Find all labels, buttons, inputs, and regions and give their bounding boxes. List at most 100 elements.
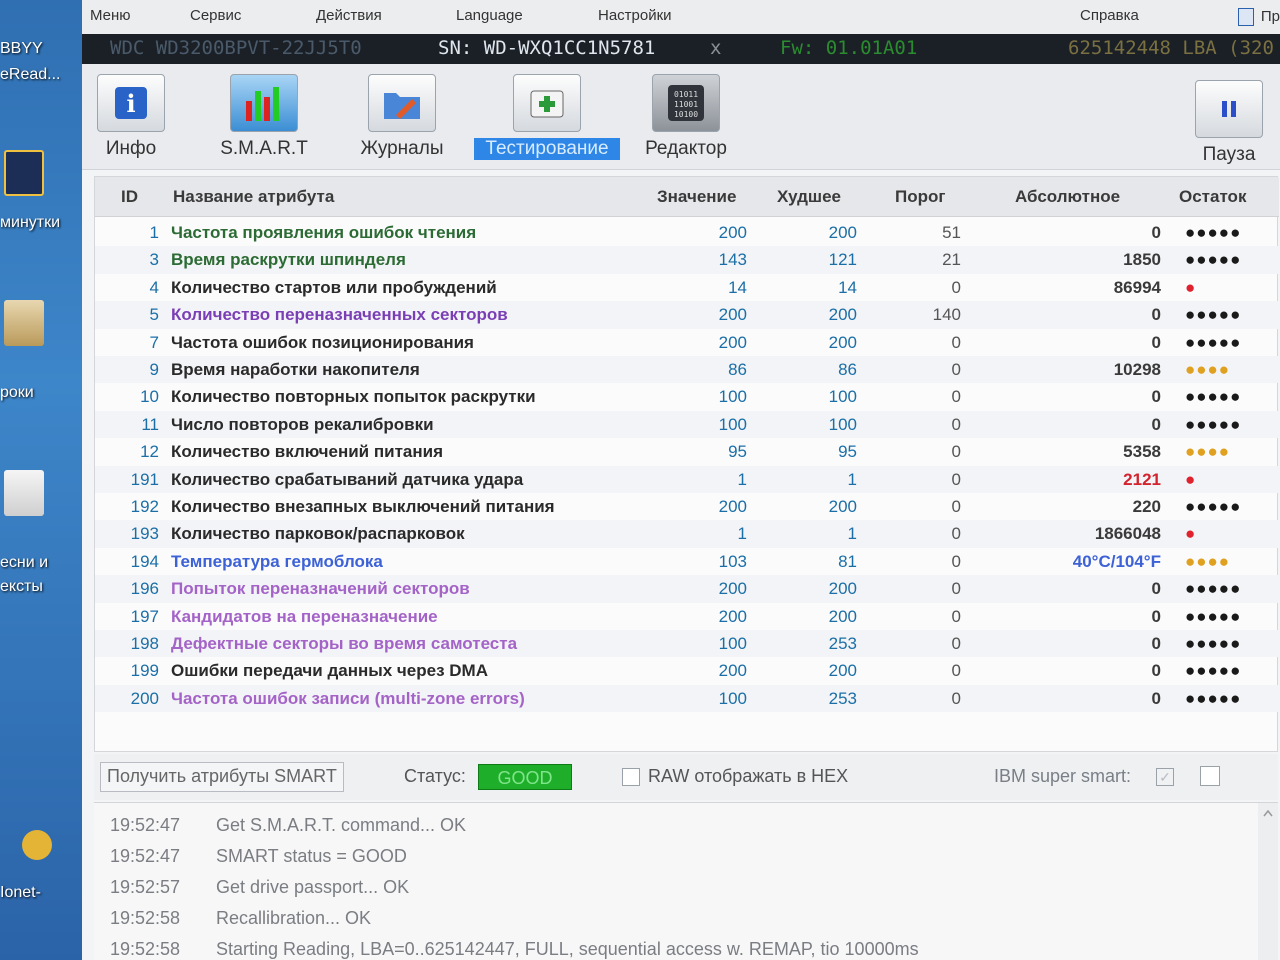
attribute-value: 200: [718, 332, 747, 352]
attribute-raw: 0: [1151, 414, 1161, 434]
attribute-worst: 1: [847, 469, 857, 489]
attribute-value: 1: [737, 524, 747, 544]
table-row[interactable]: 194 Температура гермоблока 103 81 0 40°C/104°…: [95, 548, 1279, 575]
table-row[interactable]: 1 Частота проявления ошибок чтения 200 200 5…: [95, 219, 1279, 246]
attribute-name: Частота проявления ошибок чтения: [171, 223, 477, 242]
table-row[interactable]: 193 Количество парковок/распарковок 1 1 0 186…: [95, 520, 1279, 548]
table-row[interactable]: 198 Дефектные секторы во время самотеста 1…: [95, 630, 1279, 658]
header-worst[interactable]: Худшее: [777, 187, 841, 207]
testing-button[interactable]: Тестирование: [474, 74, 620, 160]
header-value[interactable]: Значение: [657, 187, 736, 207]
desktop-label: есни и: [0, 554, 49, 571]
header-threshold[interactable]: Порог: [895, 187, 945, 207]
header-id[interactable]: ID: [121, 187, 138, 207]
scroll-up-icon[interactable]: [1258, 803, 1278, 823]
editor-label: Редактор: [645, 138, 727, 159]
attribute-worst: 200: [828, 606, 857, 626]
extra-checkbox[interactable]: [1200, 766, 1220, 786]
ibm-super-smart-checkbox[interactable]: ✓: [1156, 768, 1174, 786]
close-drive-icon[interactable]: x: [710, 37, 721, 59]
desktop-app-icon[interactable]: [4, 150, 44, 196]
attribute-value: 100: [718, 634, 747, 653]
table-row[interactable]: 192 Количество внезапных выключений питан…: [95, 493, 1279, 520]
attribute-health: ●: [1185, 469, 1197, 489]
attribute-value: 200: [718, 497, 747, 516]
get-smart-attributes-button[interactable]: Получить атрибуты SMART: [100, 762, 344, 792]
log-time: 19:52:47: [110, 846, 181, 866]
editor-button[interactable]: 01011 11001 10100 Редактор: [638, 74, 734, 160]
raw-hex-checkbox[interactable]: [622, 768, 640, 786]
menu-item-settings[interactable]: Настройки: [598, 7, 672, 24]
attribute-worst: 200: [828, 332, 857, 352]
menu-item-actions[interactable]: Действия: [316, 7, 382, 24]
info-button[interactable]: i Инфо: [96, 74, 166, 160]
table-row[interactable]: 4 Количество стартов или пробуждений 14 14 0…: [95, 274, 1279, 301]
table-row[interactable]: 200 Частота ошибок записи (multi-zone err…: [95, 684, 1279, 713]
menu-item-language[interactable]: Language: [456, 7, 523, 24]
header-attribute-name[interactable]: Название атрибута: [173, 187, 334, 207]
desktop-award-icon[interactable]: [22, 830, 52, 860]
menu-item-menu[interactable]: Меню: [90, 7, 131, 24]
table-row[interactable]: 196 Попыток переназначений секторов 200 200…: [95, 575, 1279, 603]
attribute-id: 9: [149, 360, 159, 379]
attribute-worst: 200: [828, 661, 857, 681]
table-row[interactable]: 11 Число повторов рекалибровки 100 100 0 0 ●●●…: [95, 410, 1279, 439]
drive-serial: SN: WD-WXQ1CC1N5781: [438, 37, 656, 59]
table-row[interactable]: 7 Частота ошибок позиционирования 200 200 0 0…: [95, 329, 1279, 356]
attribute-health: ●: [1185, 277, 1197, 297]
attribute-worst: 95: [838, 442, 857, 462]
pause-button[interactable]: Пауза: [1192, 80, 1266, 166]
attribute-id: 199: [130, 661, 159, 681]
attribute-worst: 86: [838, 360, 857, 379]
table-row[interactable]: 12 Количество включений питания 95 95 0 5358 ●…: [95, 438, 1279, 465]
table-row[interactable]: 199 Ошибки передачи данных через DMA 200 20…: [95, 657, 1279, 684]
hdd-tool-window: Меню Сервис Действия Language Настройки …: [82, 0, 1280, 960]
drive-lba: 625142448 LBA (320 G: [1068, 37, 1280, 59]
table-row[interactable]: 9 Время наработки накопителя 86 86 0 10298 ●●●…: [95, 356, 1279, 384]
smart-button[interactable]: S.M.A.R.T: [216, 74, 312, 160]
attribute-value: 103: [718, 551, 747, 571]
menu-item-help[interactable]: Справка: [1080, 7, 1139, 24]
attribute-raw: 0: [1151, 332, 1161, 352]
svg-text:10100: 10100: [674, 110, 698, 119]
attribute-raw: 0: [1151, 579, 1161, 599]
attribute-raw: 0: [1151, 223, 1161, 242]
attribute-name: Попыток переназначений секторов: [171, 579, 470, 599]
drive-model: WDC WD3200BPVT-22JJ5T0: [110, 37, 362, 59]
log-time: 19:52:57: [110, 877, 181, 897]
pause-icon: [1195, 80, 1263, 138]
help-icon[interactable]: [1238, 8, 1254, 26]
first-aid-icon: [513, 74, 581, 132]
desktop-document-icon[interactable]: [4, 470, 44, 516]
header-raw[interactable]: Абсолютное: [1015, 187, 1120, 207]
smart-attributes-table: ID Название атрибута Значение Худшее Пор…: [94, 176, 1279, 752]
attribute-value: 200: [718, 223, 747, 242]
log-scrollbar[interactable]: [1258, 803, 1278, 960]
log-line: 19:52:58 Starting Reading, LBA=0..6251424…: [110, 939, 919, 960]
table-row[interactable]: 10 Количество повторных попыток раскрутки…: [95, 383, 1279, 410]
menu-item-truncated[interactable]: Пр: [1261, 8, 1280, 25]
desktop-background: BBYY eRead... минутки роки есни и ексты …: [0, 0, 82, 960]
attribute-threshold: 0: [951, 524, 961, 544]
attribute-name: Количество стартов или пробуждений: [171, 277, 497, 297]
menu-item-service[interactable]: Сервис: [190, 7, 241, 24]
logs-label: Журналы: [360, 138, 444, 159]
attribute-name: Количество парковок/распарковок: [171, 524, 465, 544]
logs-button[interactable]: Журналы: [354, 74, 450, 160]
table-row[interactable]: 3 Время раскрутки шпинделя 143 121 21 1850 ●●●…: [95, 246, 1279, 274]
attribute-value: 14: [728, 277, 747, 297]
attribute-health: ●●●●●: [1185, 688, 1242, 708]
table-row[interactable]: 191 Количество срабатываний датчика удара…: [95, 465, 1279, 493]
table-row[interactable]: 197 Кандидатов на переназначение 200 200 0 0 ●…: [95, 603, 1279, 630]
attribute-name: Количество внезапных выключений питания: [171, 497, 555, 516]
attribute-name: Дефектные секторы во время самотеста: [171, 634, 518, 653]
header-health[interactable]: Остаток: [1179, 187, 1246, 207]
desktop-label: ексты: [0, 578, 43, 595]
table-row[interactable]: 5 Количество переназначенных секторов 200 2…: [95, 301, 1279, 329]
attribute-worst: 200: [828, 223, 857, 242]
attribute-name: Ошибки передачи данных через DMA: [171, 661, 488, 681]
attribute-id: 197: [130, 606, 159, 626]
desktop-folder-icon[interactable]: [4, 300, 44, 346]
attribute-health: ●●●●●: [1185, 634, 1242, 653]
attribute-health: ●●●●●: [1185, 606, 1242, 626]
